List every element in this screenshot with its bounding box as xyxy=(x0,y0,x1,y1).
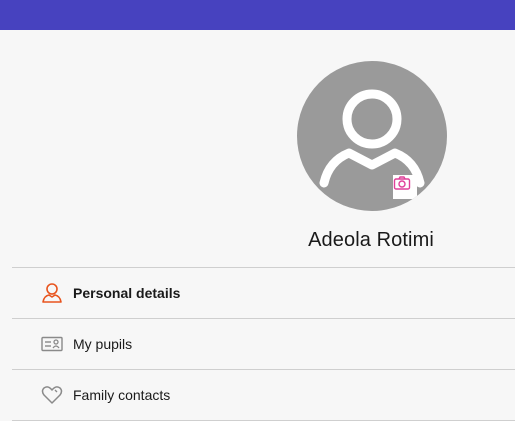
avatar[interactable] xyxy=(297,61,447,211)
menu-item-label: Family contacts xyxy=(73,387,171,403)
user-name: Adeola Rotimi xyxy=(308,229,434,251)
menu-item-label: Personal details xyxy=(73,285,181,301)
id-card-icon xyxy=(40,332,64,356)
camera-icon xyxy=(393,176,411,190)
heart-icon xyxy=(40,383,64,407)
menu-item-label: My pupils xyxy=(73,336,133,352)
change-photo-button[interactable] xyxy=(393,175,417,199)
person-icon xyxy=(40,281,64,305)
menu-item-my-pupils[interactable]: My pupils xyxy=(12,319,515,369)
profile-menu: Personal details My pupils Family contac… xyxy=(12,267,515,421)
menu-item-personal-details[interactable]: Personal details xyxy=(12,268,515,318)
menu-item-family-contacts[interactable]: Family contacts xyxy=(12,370,515,420)
profile-avatar-container xyxy=(297,61,447,211)
user-silhouette-icon xyxy=(319,89,425,188)
top-app-bar xyxy=(0,0,515,30)
